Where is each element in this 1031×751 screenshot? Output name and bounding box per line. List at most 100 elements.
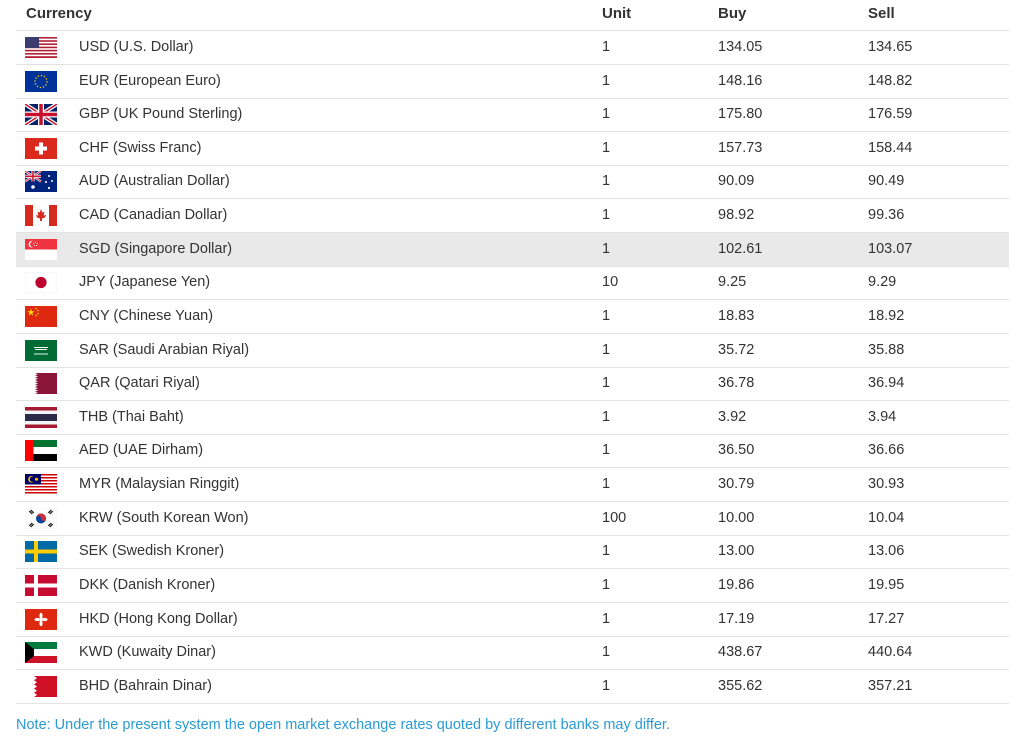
malaysia-flag-icon [25, 474, 57, 495]
denmark-flag-icon [25, 575, 57, 596]
sell-rate: 17.27 [868, 611, 905, 627]
table-row: KRW (South Korean Won) 100 10.00 10.04 [16, 502, 1009, 536]
table-row: USD (U.S. Dollar) 1 134.05 134.65 [16, 31, 1009, 65]
currency-name: JPY (Japanese Yen) [79, 274, 211, 290]
sell-rate: 440.64 [868, 644, 913, 660]
unit-value: 1 [602, 73, 611, 89]
currency-name: KRW (South Korean Won) [79, 510, 249, 526]
sell-rate: 35.88 [868, 342, 905, 358]
sell-rate: 148.82 [868, 73, 913, 89]
buy-rate: 438.67 [718, 644, 763, 660]
sell-rate: 10.04 [868, 510, 905, 526]
sell-rate: 357.21 [868, 678, 913, 694]
table-row: DKK (Danish Kroner) 1 19.86 19.95 [16, 569, 1009, 603]
swiss-flag-icon [25, 138, 57, 159]
qatar-flag-icon [25, 373, 57, 394]
sell-rate: 3.94 [868, 409, 897, 425]
unit-value: 1 [602, 241, 611, 257]
sell-rate: 9.29 [868, 274, 897, 290]
japan-flag-icon [25, 272, 57, 293]
header-sell: Sell [868, 5, 895, 22]
singapore-flag-icon [25, 239, 57, 260]
buy-rate: 3.92 [718, 409, 747, 425]
table-row: SGD (Singapore Dollar) 1 102.61 103.07 [16, 233, 1009, 267]
buy-rate: 35.72 [718, 342, 755, 358]
currency-name: CAD (Canadian Dollar) [79, 207, 228, 223]
eu-flag-icon [25, 71, 57, 92]
sweden-flag-icon [25, 541, 57, 562]
buy-rate: 134.05 [718, 39, 763, 55]
unit-value: 1 [602, 644, 611, 660]
currency-name: SEK (Swedish Kroner) [79, 543, 225, 559]
table-row: BHD (Bahrain Dinar) 1 355.62 357.21 [16, 670, 1009, 704]
table-row: GBP (UK Pound Sterling) 1 175.80 176.59 [16, 98, 1009, 132]
table-row: SAR (Saudi Arabian Riyal) 1 35.72 35.88 [16, 334, 1009, 368]
currency-name: QAR (Qatari Riyal) [79, 375, 200, 391]
unit-value: 1 [602, 476, 611, 492]
currency-name: HKD (Hong Kong Dollar) [79, 611, 238, 627]
sell-rate: 158.44 [868, 140, 913, 156]
sell-rate: 90.49 [868, 173, 905, 189]
unit-value: 1 [602, 409, 611, 425]
buy-rate: 102.61 [718, 241, 763, 257]
unit-value: 1 [602, 543, 611, 559]
currency-name: AUD (Australian Dollar) [79, 173, 230, 189]
currency-name: GBP (UK Pound Sterling) [79, 106, 243, 122]
unit-value: 1 [602, 678, 611, 694]
canada-flag-icon [25, 205, 57, 226]
uk-flag-icon [25, 104, 57, 125]
buy-rate: 19.86 [718, 577, 755, 593]
table-row: CHF (Swiss Franc) 1 157.73 158.44 [16, 132, 1009, 166]
sell-rate: 36.94 [868, 375, 905, 391]
currency-name: SGD (Singapore Dollar) [79, 241, 233, 257]
currency-name: AED (UAE Dirham) [79, 442, 204, 458]
table-row: EUR (European Euro) 1 148.16 148.82 [16, 65, 1009, 99]
currency-name: SAR (Saudi Arabian Riyal) [79, 342, 250, 358]
table-row: AED (UAE Dirham) 1 36.50 36.66 [16, 434, 1009, 468]
table-row: CNY (Chinese Yuan) 1 18.83 18.92 [16, 300, 1009, 334]
unit-value: 1 [602, 39, 611, 55]
header-unit: Unit [602, 5, 632, 22]
buy-rate: 98.92 [718, 207, 755, 223]
sell-rate: 103.07 [868, 241, 913, 257]
currency-name: MYR (Malaysian Ringgit) [79, 476, 240, 492]
hongkong-flag-icon [25, 609, 57, 630]
unit-value: 1 [602, 207, 611, 223]
table-row: AUD (Australian Dollar) 1 90.09 90.49 [16, 165, 1009, 199]
currency-name: EUR (European Euro) [79, 73, 221, 89]
unit-value: 1 [602, 173, 611, 189]
korea-flag-icon [25, 508, 57, 529]
buy-rate: 175.80 [718, 106, 763, 122]
disclaimer-note: Note: Under the present system the open … [16, 717, 670, 733]
buy-rate: 355.62 [718, 678, 763, 694]
unit-value: 10 [602, 274, 619, 290]
currency-name: THB (Thai Baht) [79, 409, 184, 425]
unit-value: 1 [602, 611, 611, 627]
currency-name: DKK (Danish Kroner) [79, 577, 216, 593]
australia-flag-icon [25, 171, 57, 192]
buy-rate: 17.19 [718, 611, 755, 627]
buy-rate: 90.09 [718, 173, 755, 189]
table-row: HKD (Hong Kong Dollar) 1 17.19 17.27 [16, 603, 1009, 637]
sell-rate: 99.36 [868, 207, 905, 223]
china-flag-icon [25, 306, 57, 327]
unit-value: 100 [602, 510, 627, 526]
unit-value: 1 [602, 308, 611, 324]
buy-rate: 10.00 [718, 510, 755, 526]
saudi-flag-icon [25, 340, 57, 361]
sell-rate: 13.06 [868, 543, 905, 559]
exchange-rate-table: Currency Unit Buy Sell USD (U.S. Dollar)… [0, 0, 1031, 751]
currency-name: USD (U.S. Dollar) [79, 39, 194, 55]
sell-rate: 18.92 [868, 308, 905, 324]
currency-name: BHD (Bahrain Dinar) [79, 678, 212, 694]
header-currency: Currency [26, 5, 92, 22]
currency-name: CNY (Chinese Yuan) [79, 308, 214, 324]
table-row: CAD (Canadian Dollar) 1 98.92 99.36 [16, 199, 1009, 233]
currency-name: CHF (Swiss Franc) [79, 140, 202, 156]
buy-rate: 157.73 [718, 140, 763, 156]
sell-rate: 36.66 [868, 442, 905, 458]
table-row: KWD (Kuwaity Dinar) 1 438.67 440.64 [16, 636, 1009, 670]
unit-value: 1 [602, 442, 611, 458]
buy-rate: 36.78 [718, 375, 755, 391]
bahrain-flag-icon [25, 676, 57, 697]
